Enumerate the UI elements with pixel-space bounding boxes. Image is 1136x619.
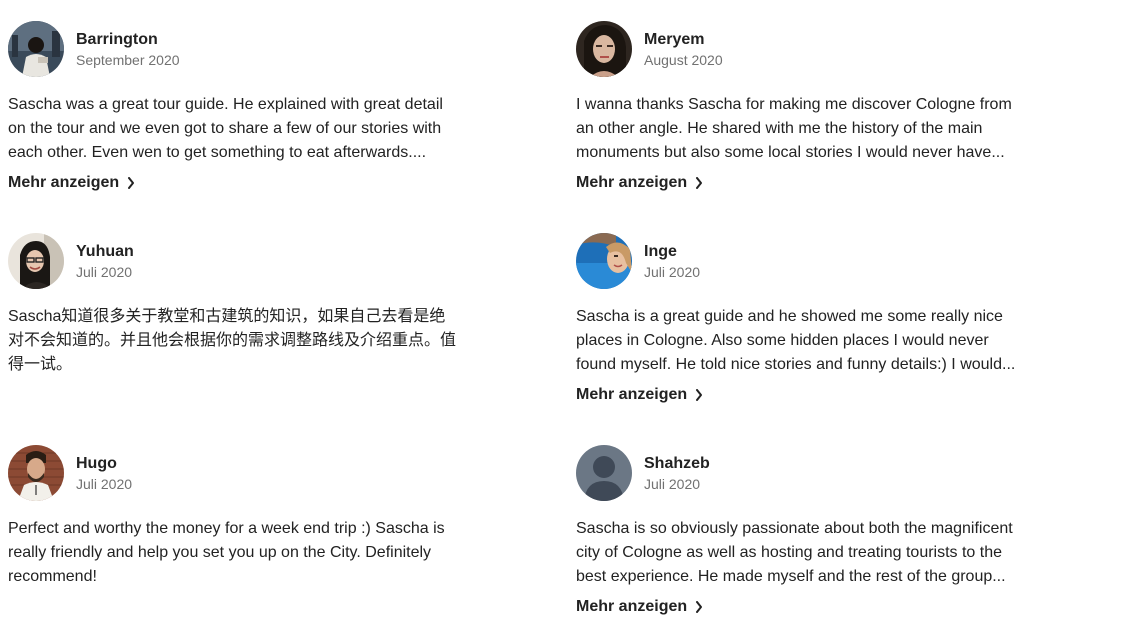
review-header: Shahzeb Juli 2020: [576, 445, 1036, 501]
review-card: Inge Juli 2020 Sascha is a great guide a…: [576, 233, 1036, 407]
review-date: Juli 2020: [76, 475, 133, 492]
reviewer-name: Yuhuan: [76, 242, 134, 260]
review-date: Juli 2020: [76, 263, 133, 280]
chevron-right-icon: [696, 389, 703, 401]
avatar[interactable]: [8, 233, 64, 289]
review-header: Inge Juli 2020: [576, 233, 1036, 289]
chevron-right-icon: [696, 601, 703, 613]
review-text: Perfect and worthy the money for a week …: [8, 520, 445, 585]
reviews-grid: Barrington September 2020 Sascha was a g…: [0, 0, 1136, 619]
reviewer-info: Yuhuan Juli 2020: [76, 241, 134, 282]
reviewer-info: Barrington September 2020: [76, 29, 180, 70]
reviewer-info: Meryem August 2020: [644, 29, 723, 70]
review-header: Yuhuan Juli 2020: [8, 233, 468, 289]
review-text: Sascha was a great tour guide. He explai…: [8, 96, 443, 161]
reviewer-name: Hugo: [76, 454, 117, 472]
show-more-label: Mehr anzeigen: [576, 598, 688, 615]
show-more-button[interactable]: Mehr anzeigen: [576, 171, 703, 195]
review-date: Juli 2020: [644, 475, 701, 492]
reviewer-name: Barrington: [76, 30, 158, 48]
review-text: I wanna thanks Sascha for making me disc…: [576, 96, 1012, 161]
review-text: Sascha知道很多关于教堂和古建筑的知识，如果自己去看是绝对不会知道的。并且他…: [8, 308, 457, 373]
show-more-button[interactable]: Mehr anzeigen: [8, 171, 135, 195]
review-text: Sascha is so obviously passionate about …: [576, 520, 1013, 585]
show-more-label: Mehr anzeigen: [576, 386, 688, 403]
review-card: Hugo Juli 2020 Perfect and worthy the mo…: [8, 445, 468, 589]
show-more-label: Mehr anzeigen: [576, 174, 688, 191]
reviewer-info: Hugo Juli 2020: [76, 453, 132, 494]
avatar[interactable]: [576, 21, 632, 77]
reviewer-name: Shahzeb: [644, 454, 710, 472]
chevron-right-icon: [128, 177, 135, 189]
reviewer-info: Inge Juli 2020: [644, 241, 700, 282]
review-header: Barrington September 2020: [8, 21, 468, 77]
review-header: Hugo Juli 2020: [8, 445, 468, 501]
review-card: Meryem August 2020 I wanna thanks Sascha…: [576, 21, 1036, 195]
chevron-right-icon: [696, 177, 703, 189]
avatar[interactable]: [576, 233, 632, 289]
reviewer-name: Meryem: [644, 30, 705, 48]
review-header: Meryem August 2020: [576, 21, 1036, 77]
show-more-label: Mehr anzeigen: [8, 174, 120, 191]
review-date: August 2020: [644, 51, 723, 68]
review-card: Barrington September 2020 Sascha was a g…: [8, 21, 468, 195]
review-card: Shahzeb Juli 2020 Sascha is so obviously…: [576, 445, 1036, 619]
avatar[interactable]: [8, 21, 64, 77]
review-text: Sascha is a great guide and he showed me…: [576, 308, 1016, 373]
reviewer-name: Inge: [644, 242, 677, 260]
review-date: Juli 2020: [644, 263, 701, 280]
review-card: Yuhuan Juli 2020 Sascha知道很多关于教堂和古建筑的知识，如…: [8, 233, 468, 377]
review-date: September 2020: [76, 51, 180, 68]
default-user-icon[interactable]: [576, 445, 632, 501]
show-more-button[interactable]: Mehr anzeigen: [576, 383, 703, 407]
avatar[interactable]: [8, 445, 64, 501]
show-more-button[interactable]: Mehr anzeigen: [576, 595, 703, 619]
reviewer-info: Shahzeb Juli 2020: [644, 453, 710, 494]
